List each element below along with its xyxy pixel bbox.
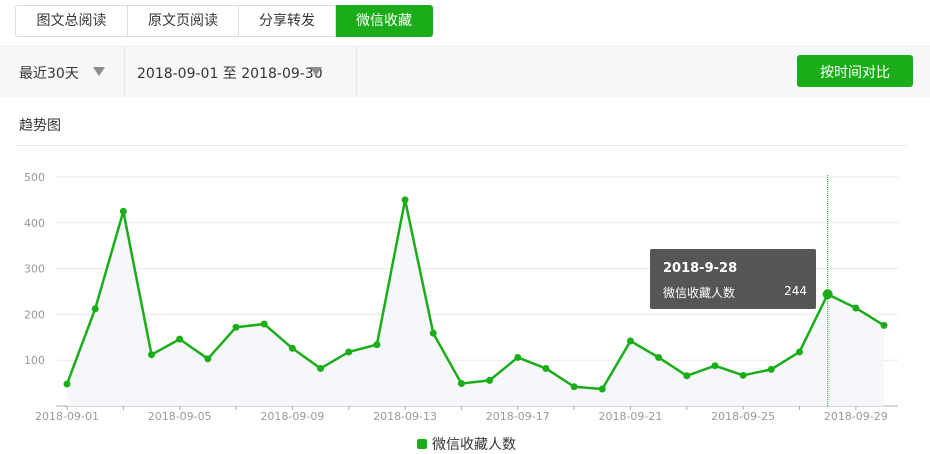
- data-point: [683, 372, 691, 380]
- chevron-down-icon: [93, 67, 105, 76]
- date-range-picker[interactable]: 2018-09-01 至 2018-09-30: [125, 47, 357, 97]
- data-point: [401, 196, 409, 204]
- data-point: [598, 385, 606, 393]
- data-point: [91, 305, 99, 313]
- data-point: [822, 289, 833, 300]
- x-tick-label: 2018-09-01: [35, 410, 99, 423]
- y-tick-label: 200: [24, 308, 45, 321]
- data-point: [204, 355, 212, 363]
- data-point: [570, 383, 578, 391]
- date-range-value: 2018-09-01 至 2018-09-30: [137, 66, 323, 82]
- tab-share-forward[interactable]: 分享转发: [239, 5, 336, 37]
- data-point: [457, 380, 465, 388]
- x-tick-label: 2018-09-29: [824, 410, 888, 423]
- tab-wechat-favorites[interactable]: 微信收藏: [336, 5, 433, 37]
- data-point: [514, 353, 522, 361]
- x-tick-label: 2018-09-09: [260, 410, 324, 423]
- tooltip-series-name: 微信收藏人数: [663, 286, 736, 300]
- legend-label: 微信收藏人数: [432, 437, 516, 453]
- data-point: [767, 365, 775, 373]
- tab-total-reads[interactable]: 图文总阅读: [15, 5, 128, 37]
- data-point: [288, 344, 296, 352]
- range-dropdown[interactable]: 最近30天: [0, 47, 125, 97]
- data-point: [260, 320, 268, 328]
- chart-tooltip: 2018-9-28 微信收藏人数 244: [650, 249, 816, 309]
- compare-by-time-button[interactable]: 按时间对比: [797, 55, 913, 87]
- data-point: [429, 329, 437, 337]
- x-tick-label: 2018-09-13: [373, 410, 437, 423]
- data-point: [655, 353, 663, 361]
- y-tick-label: 400: [24, 217, 45, 230]
- range-dropdown-value: 最近30天: [19, 66, 79, 82]
- data-point: [626, 337, 634, 345]
- data-point: [345, 348, 353, 356]
- data-point: [232, 323, 240, 331]
- section-divider: [16, 145, 907, 146]
- chevron-down-icon: [310, 67, 322, 76]
- x-tick-label: 2018-09-21: [598, 410, 662, 423]
- data-point: [852, 304, 860, 312]
- y-tick-label: 300: [24, 263, 45, 276]
- data-point: [148, 351, 156, 359]
- data-point: [739, 371, 747, 379]
- data-point: [63, 380, 71, 388]
- data-point: [317, 364, 325, 372]
- x-tick-label: 2018-09-17: [486, 410, 550, 423]
- x-tick-label: 2018-09-25: [711, 410, 775, 423]
- data-point: [711, 362, 719, 370]
- tooltip-date: 2018-9-28: [663, 261, 738, 276]
- data-point: [542, 364, 550, 372]
- data-point: [486, 376, 494, 384]
- y-tick-label: 100: [24, 354, 45, 367]
- x-tick-label: 2018-09-05: [148, 410, 212, 423]
- data-point: [176, 335, 184, 343]
- section-title: 趋势图: [19, 118, 61, 134]
- tab-bar: 图文总阅读 原文页阅读 分享转发 微信收藏: [15, 5, 433, 37]
- chart-legend[interactable]: 微信收藏人数: [417, 435, 516, 453]
- legend-swatch: [417, 439, 427, 449]
- data-point: [795, 348, 803, 356]
- data-point: [119, 207, 127, 215]
- data-point: [373, 341, 381, 349]
- data-point: [880, 321, 888, 329]
- y-tick-label: 500: [24, 171, 45, 184]
- tab-original-page-reads[interactable]: 原文页阅读: [128, 5, 239, 37]
- tooltip-value: 244: [784, 284, 807, 298]
- filter-bar: 最近30天 2018-09-01 至 2018-09-30 按时间对比: [0, 46, 930, 97]
